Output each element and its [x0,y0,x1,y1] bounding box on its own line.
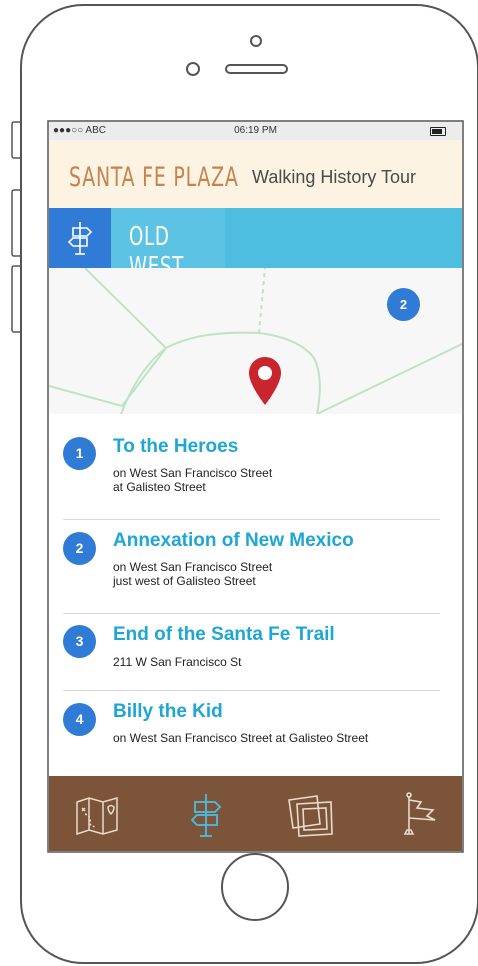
photos-icon [288,795,333,837]
stop-address-line1: on West San Francisco Street at Galisteo… [113,731,369,745]
stops-list: 1 To the Heroes on West San Francisco St… [49,414,462,776]
stop-title[interactable]: Billy the Kid [113,701,223,723]
battery-icon [430,127,446,136]
home-button [221,853,289,921]
signpost-icon [190,794,222,837]
status-bar: ●●●○○ ABC 06:19 PM [49,122,462,140]
tab-bar [49,776,462,851]
stop-address-line2: just west of Galisteo Street [113,574,256,588]
tab-photos[interactable] [285,790,335,840]
stop-title[interactable]: To the Heroes [113,436,238,458]
stop-title[interactable]: Annexation of New Mexico [113,530,354,552]
list-item[interactable]: 2 Annexation of New Mexico on West San F… [49,520,462,613]
stop-address-line1: 211 W San Francisco St [113,655,242,669]
map-marker-badge[interactable]: 2 [387,288,420,321]
status-time: 06:19 PM [234,125,277,136]
list-item[interactable]: 3 End of the Santa Fe Trail 211 W San Fr… [49,614,462,690]
location-pin-icon[interactable] [248,356,282,406]
stop-number-badge: 2 [63,532,96,565]
stop-number-badge: 3 [63,625,96,658]
stop-address-line2: at Galisteo Street [113,480,206,494]
list-item[interactable]: 1 To the Heroes on West San Francisco St… [49,414,462,519]
app-title: SANTA FE PLAZA [69,162,239,193]
stop-title[interactable]: End of the Santa Fe Trail [113,624,335,646]
map-view[interactable]: 2 [49,267,462,415]
tab-tour[interactable] [181,790,231,840]
stop-number-badge: 4 [63,703,96,736]
app-header: SANTA FE PLAZA Walking History Tour [49,140,462,208]
tab-flag[interactable] [399,790,449,840]
stop-number-badge: 1 [63,437,96,470]
map-icon [76,797,118,836]
list-item[interactable]: 4 Billy the Kid on West San Francisco St… [49,691,462,776]
app-screen: ●●●○○ ABC 06:19 PM SANTA FE PLAZA Walkin… [49,122,462,851]
stop-address-line1: on West San Francisco Street [113,466,273,480]
tab-map[interactable] [73,790,123,840]
section-header: OLD WEST [49,208,462,282]
signpost-icon [49,208,111,268]
app-subtitle: Walking History Tour [252,167,417,187]
flag-icon [403,792,436,835]
section-title-box: OLD WEST [111,208,225,282]
stop-address-line1: on West San Francisco Street [113,560,273,574]
